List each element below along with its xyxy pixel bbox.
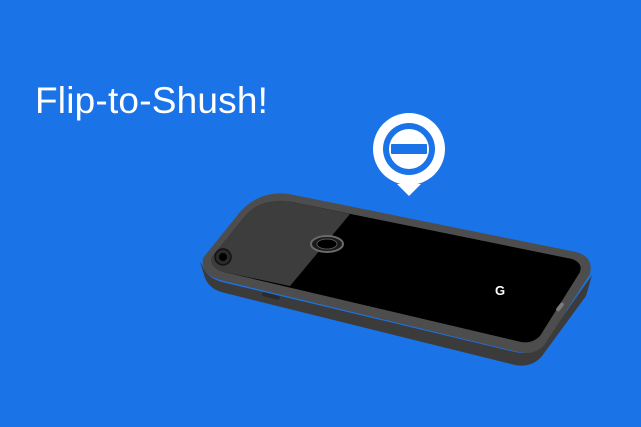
phone: G: [200, 193, 592, 366]
fingerprint-sensor: [310, 235, 344, 253]
do-not-disturb-icon: [373, 113, 445, 196]
phone-logo: G: [495, 283, 505, 298]
camera-lens: [214, 248, 232, 266]
promo-canvas: Flip-to-Shush! G: [0, 0, 641, 427]
phone-illustration: G: [200, 113, 592, 366]
